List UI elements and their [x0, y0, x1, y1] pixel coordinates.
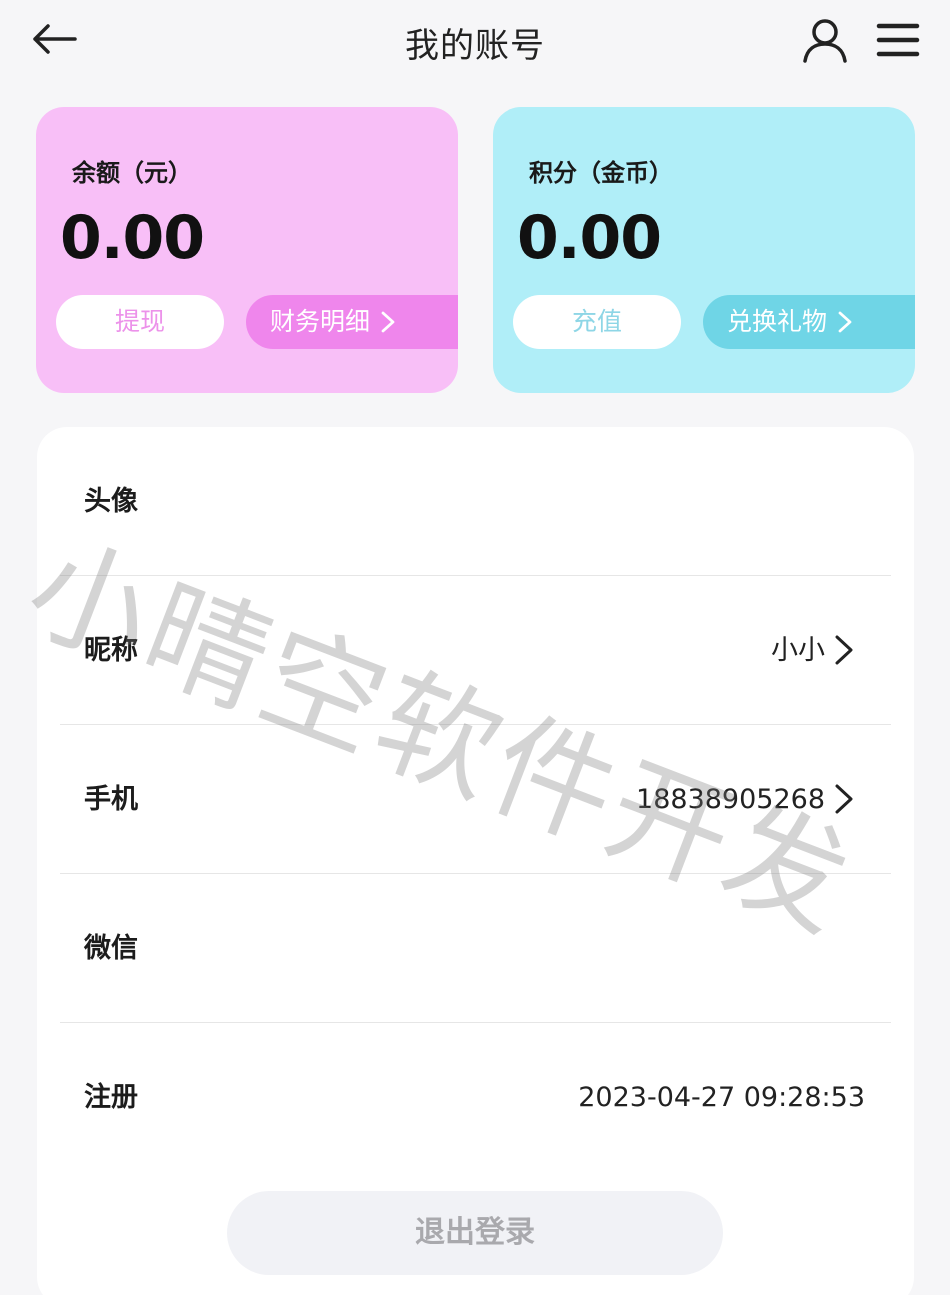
finance-details-label: 财务明细 [270, 307, 371, 336]
withdraw-button[interactable]: 提现 [56, 295, 224, 349]
wechat-row[interactable]: 微信 [60, 874, 891, 1023]
phone-label: 手机 [84, 784, 138, 815]
user-icon [803, 19, 847, 63]
finance-details-button[interactable]: 财务明细 [246, 295, 458, 349]
chevron-right-icon [837, 310, 853, 334]
logout-button[interactable]: 退出登录 [227, 1191, 723, 1275]
points-card: 积分（金币） 0.00 充值 兑换礼物 [493, 107, 915, 393]
wechat-label: 微信 [84, 933, 138, 964]
top-bar: 我的账号 [0, 0, 950, 86]
phone-row[interactable]: 手机 18838905268 [60, 725, 891, 874]
nickname-label: 昵称 [84, 635, 138, 666]
register-row: 注册 2023-04-27 09:28:53 [60, 1023, 891, 1172]
chevron-right-icon [835, 784, 853, 814]
phone-value: 18838905268 [636, 784, 825, 815]
balance-card: 余额（元） 0.00 提现 财务明细 [36, 107, 458, 393]
avatar-label: 头像 [84, 486, 138, 517]
points-value: 0.00 [517, 203, 662, 273]
user-button[interactable] [796, 14, 854, 66]
avatar-row[interactable]: 头像 [60, 427, 891, 576]
chevron-right-icon [380, 310, 396, 334]
balance-label: 余额（元） [72, 159, 192, 187]
balance-value: 0.00 [60, 203, 205, 273]
profile-panel: 头像 昵称 小小 手机 18838905268 微信 注册 2023-04-27… [37, 427, 914, 1295]
register-time-value: 2023-04-27 09:28:53 [578, 1082, 865, 1113]
nickname-row[interactable]: 昵称 小小 [60, 576, 891, 725]
redeem-gift-label: 兑换礼物 [727, 307, 828, 336]
chevron-right-icon [835, 635, 853, 665]
register-label: 注册 [84, 1082, 138, 1113]
account-page: 我的账号 余额（元） 0.00 提现 财务明细 积分（金币） 0.00 充值 兑… [0, 0, 950, 1295]
points-label: 积分（金币） [529, 159, 673, 187]
menu-button[interactable] [870, 14, 926, 66]
menu-icon [876, 23, 920, 57]
recharge-button[interactable]: 充值 [513, 295, 681, 349]
nickname-value: 小小 [771, 635, 825, 666]
redeem-gift-button[interactable]: 兑换礼物 [703, 295, 915, 349]
